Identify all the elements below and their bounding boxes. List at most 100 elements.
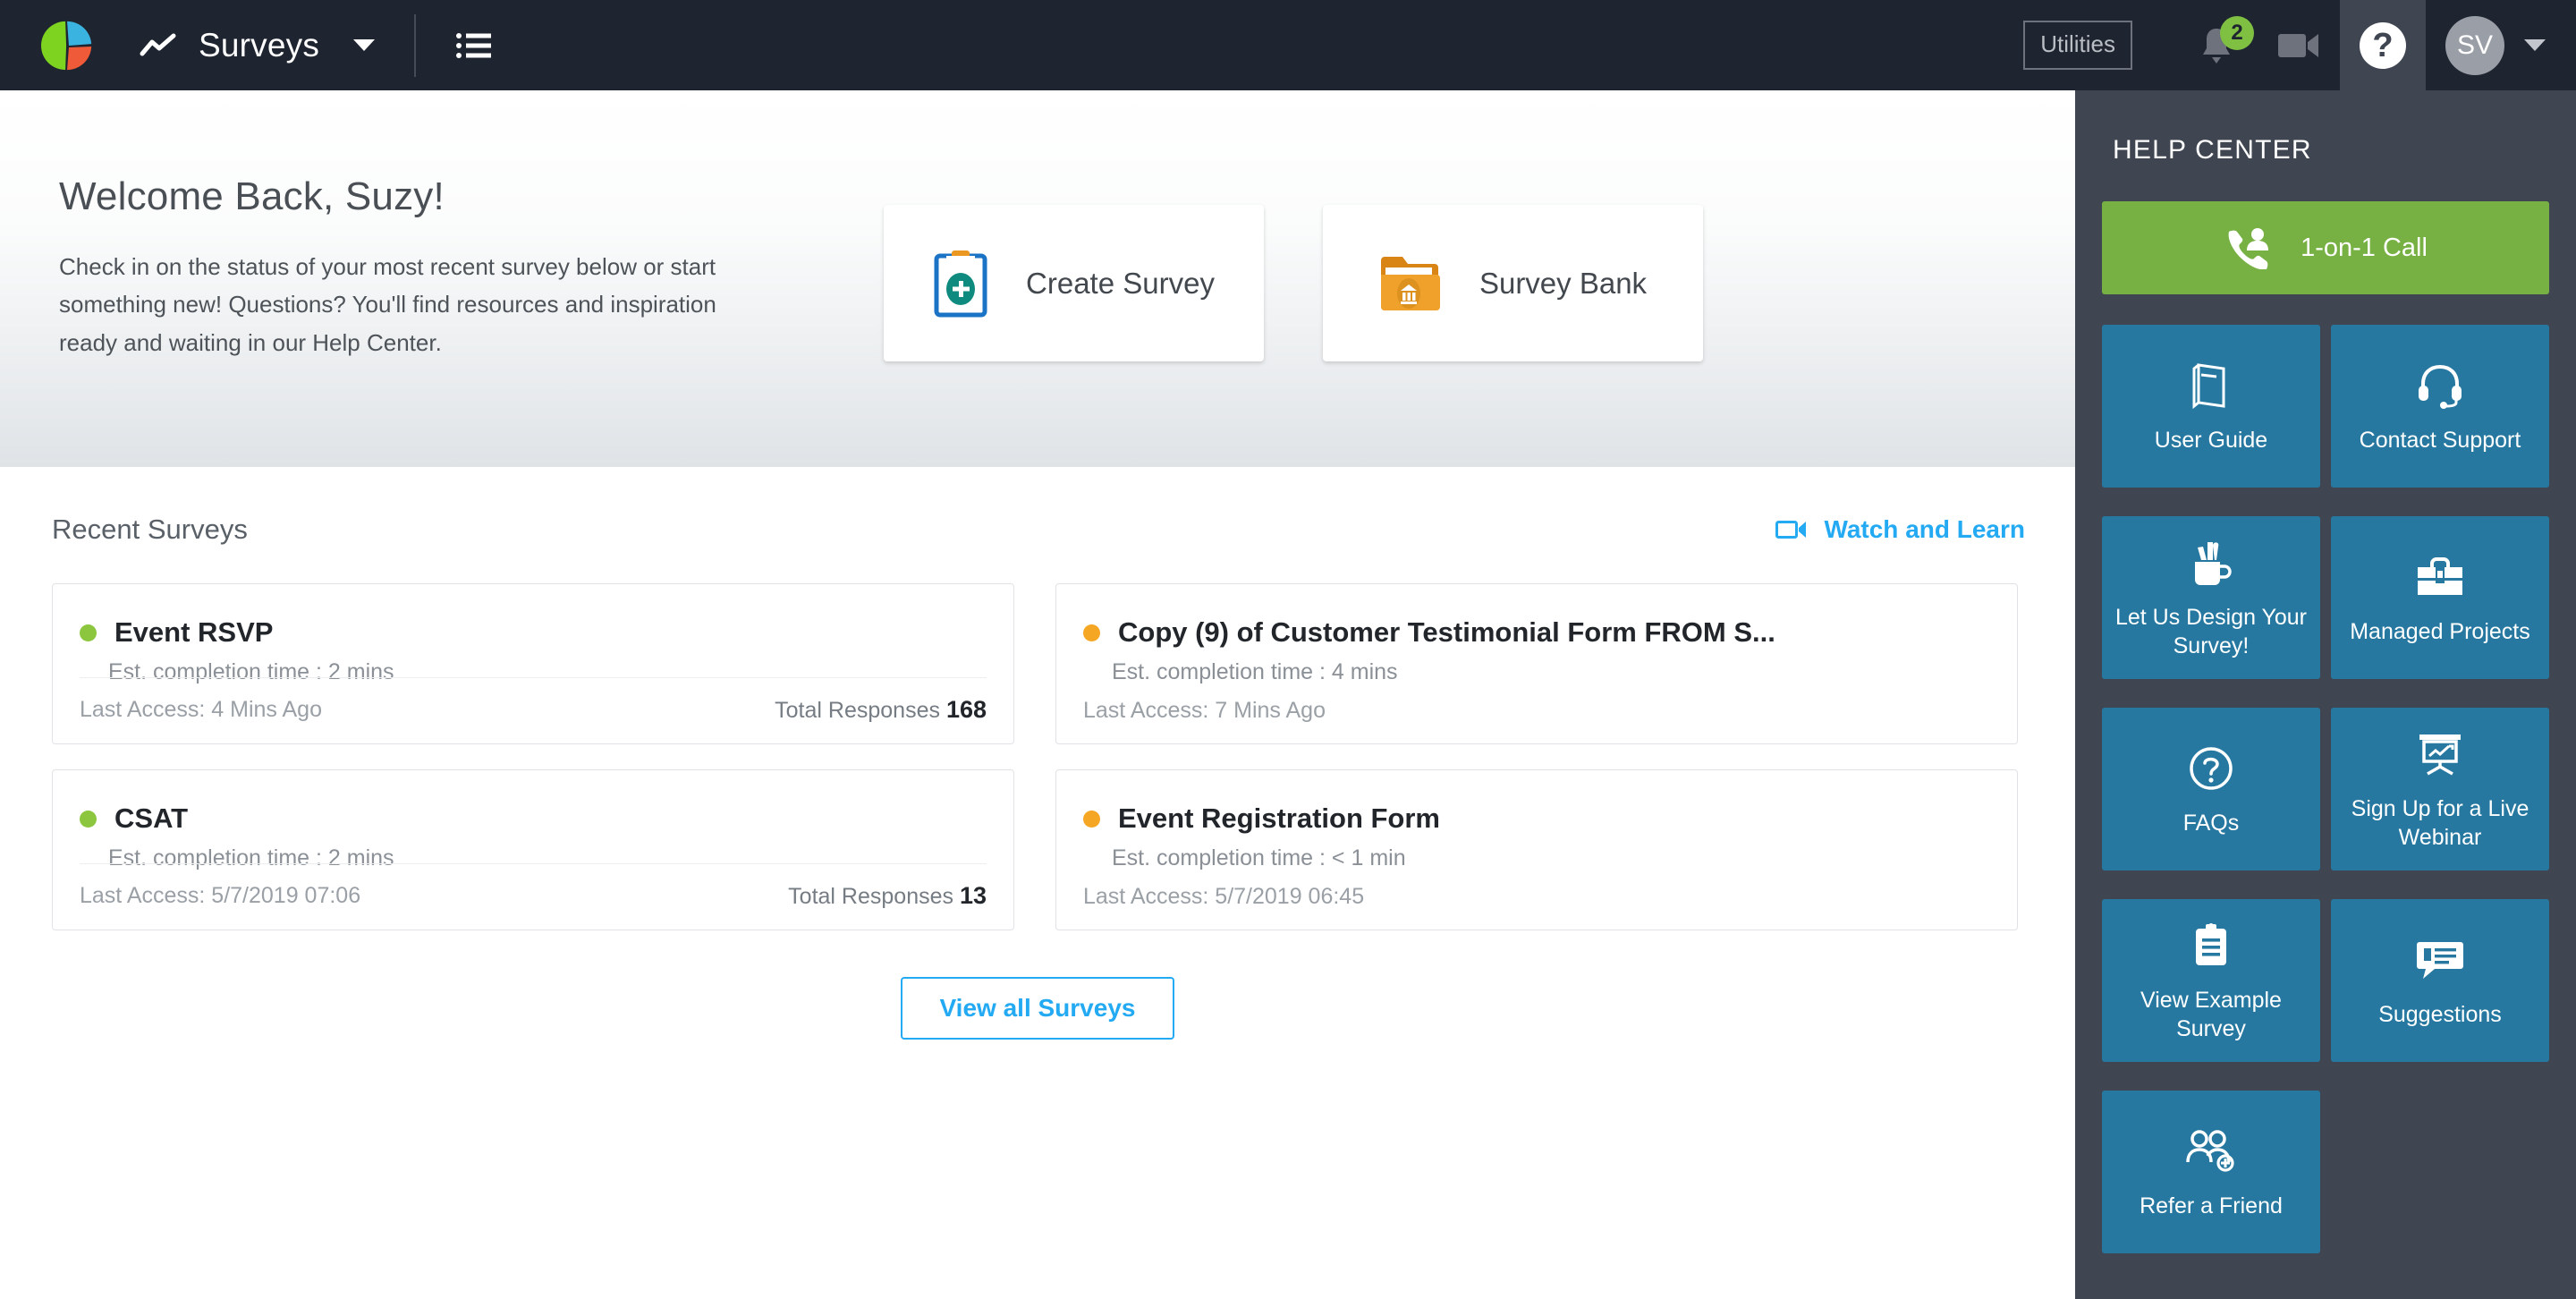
one-on-one-call-label: 1-on-1 Call (2301, 233, 2428, 262)
welcome-text-block: Welcome Back, Suzy! Check in on the stat… (0, 90, 805, 361)
list-menu-button[interactable] (455, 30, 493, 61)
view-all-surveys-button[interactable]: View all Surveys (900, 977, 1175, 1040)
survey-name: Event RSVP (114, 616, 274, 648)
status-badge (1083, 810, 1100, 828)
view-all-container: View all Surveys (0, 930, 2075, 1040)
question-mark-icon: ? (2360, 21, 2406, 69)
responses-label: Total Responses (788, 884, 953, 909)
survey-name: Event Registration Form (1118, 802, 1440, 834)
table-row[interactable]: Copy (9) of Customer Testimonial Form FR… (1055, 583, 2018, 744)
pie-chart-logo (40, 21, 92, 70)
help-tiles-grid: User Guide Contact Support Let Us Design… (2102, 325, 2549, 1253)
folder-bank-icon (1380, 256, 1440, 310)
toolbar-divider (414, 13, 417, 77)
table-row[interactable]: CSAT Est. completion time : 2 mins Last … (52, 769, 1014, 930)
avatar: SV (2445, 15, 2504, 75)
module-title: Surveys (199, 26, 320, 64)
create-survey-card[interactable]: Create Survey (884, 205, 1264, 361)
trend-line-icon (140, 33, 176, 55)
phone-person-icon (2228, 228, 2269, 269)
status-badge (80, 624, 97, 641)
survey-est-time: Est. completion time : 4 mins (1112, 659, 1398, 684)
survey-last-access: Last Access: 4 Mins Ago (80, 697, 322, 722)
survey-card-footer: Last Access: 5/7/2019 07:06 Total Respon… (80, 863, 987, 910)
survey-bank-label: Survey Bank (1479, 266, 1648, 300)
people-add-icon (2184, 1124, 2238, 1179)
help-tile-contact-support[interactable]: Contact Support (2331, 325, 2549, 488)
table-row[interactable]: Event RSVP Est. completion time : 2 mins… (52, 583, 1014, 744)
briefcase-icon (2415, 549, 2465, 605)
book-icon (2190, 358, 2233, 413)
watch-and-learn-label: Watch and Learn (1824, 515, 2025, 543)
survey-last-access: Last Access: 7 Mins Ago (1083, 698, 1326, 723)
survey-responses: Total Responses 13 (788, 882, 987, 910)
survey-card-header: CSAT (53, 770, 1013, 835)
presentation-chart-icon (2416, 726, 2464, 782)
help-center-panel: HELP CENTER 1-on-1 Call User Guide Conta… (2075, 90, 2576, 1299)
chevron-down-icon[interactable] (353, 39, 376, 51)
help-tile-label: FAQs (2182, 811, 2240, 836)
help-tile-view-example-survey[interactable]: View Example Survey (2102, 899, 2320, 1062)
status-badge (80, 810, 97, 828)
help-tile-label: Refer a Friend (2140, 1193, 2283, 1218)
notifications-button[interactable]: 2 (2175, 0, 2258, 90)
utilities-button[interactable]: Utilities (2023, 21, 2132, 70)
survey-name: CSAT (114, 802, 189, 834)
survey-card-footer: Last Access: 4 Mins Ago Total Responses … (80, 677, 987, 724)
watch-and-learn-link[interactable]: Watch and Learn (1775, 515, 2025, 544)
help-tile-managed-projects[interactable]: Managed Projects (2331, 516, 2549, 679)
video-button[interactable] (2258, 0, 2340, 90)
survey-responses: Total Responses 168 (775, 696, 987, 724)
video-camera-icon (2278, 33, 2318, 57)
help-tile-label: Suggestions (2378, 1002, 2502, 1027)
help-tile-label: View Example Survey (2140, 988, 2282, 1041)
help-tile-let-us-design[interactable]: Let Us Design Your Survey! (2102, 516, 2320, 679)
table-row[interactable]: Event Registration Form Est. completion … (1055, 769, 2018, 930)
survey-card-footer: Last Access: 7 Mins Ago (1083, 698, 1990, 724)
help-tile-refer-a-friend[interactable]: Refer a Friend (2102, 1091, 2320, 1253)
survey-card-grid: Event RSVP Est. completion time : 2 mins… (0, 546, 2075, 930)
survey-est-time: Est. completion time : < 1 min (1112, 845, 1406, 870)
section-title: Recent Surveys (52, 514, 248, 545)
mug-pencils-icon (2186, 535, 2236, 590)
help-tile-label: Let Us Design Your Survey! (2114, 605, 2308, 658)
survey-card-header: Event RSVP (53, 584, 1013, 649)
responses-count: 13 (959, 882, 987, 909)
recent-surveys-header: Recent Surveys Watch and Learn (0, 467, 2075, 546)
top-navigation-bar: Surveys Utilities 2 ? SV (0, 0, 2576, 90)
create-survey-label: Create Survey (1026, 266, 1215, 300)
user-menu[interactable]: SV (2426, 15, 2576, 75)
help-tile-label: User Guide (2154, 428, 2268, 453)
headset-icon (2416, 358, 2464, 413)
module-switcher[interactable]: Surveys (140, 26, 376, 64)
help-tile-faqs[interactable]: FAQs (2102, 708, 2320, 870)
status-badge (1083, 624, 1100, 641)
survey-last-access: Last Access: 5/7/2019 07:06 (80, 883, 361, 908)
survey-card-header: Event Registration Form (1056, 770, 2017, 835)
help-tile-label: Managed Projects (2350, 619, 2530, 644)
list-menu-icon (456, 32, 492, 58)
help-tile-user-guide[interactable]: User Guide (2102, 325, 2320, 488)
notification-badge: 2 (2220, 16, 2254, 50)
welcome-subtitle: Check in on the status of your most rece… (59, 253, 716, 356)
help-tile-suggestions[interactable]: Suggestions (2331, 899, 2549, 1062)
app-logo[interactable] (0, 18, 136, 73)
help-center-title: HELP CENTER (2113, 135, 2312, 165)
survey-bank-card[interactable]: Survey Bank (1323, 205, 1703, 361)
responses-count: 168 (945, 696, 987, 723)
one-on-one-call-button[interactable]: 1-on-1 Call (2102, 201, 2549, 294)
welcome-hero: Welcome Back, Suzy! Check in on the stat… (0, 90, 2075, 467)
help-center-button[interactable]: ? (2340, 0, 2426, 90)
quick-action-cards: Create Survey Survey Bank (884, 205, 1703, 361)
responses-label: Total Responses (775, 698, 940, 723)
page-title: Welcome Back, Suzy! (59, 174, 445, 218)
clipboard-list-icon (2190, 918, 2232, 973)
help-tile-live-webinar[interactable]: Sign Up for a Live Webinar (2331, 708, 2549, 870)
survey-last-access: Last Access: 5/7/2019 06:45 (1083, 884, 1365, 909)
help-tile-label: Sign Up for a Live Webinar (2351, 796, 2529, 850)
question-circle-icon (2188, 741, 2234, 796)
survey-card-header: Copy (9) of Customer Testimonial Form FR… (1056, 584, 2017, 649)
recent-surveys-section: Recent Surveys Watch and Learn Event RSV… (0, 467, 2075, 1299)
chevron-down-icon[interactable] (2524, 39, 2546, 51)
survey-name: Copy (9) of Customer Testimonial Form FR… (1118, 616, 1775, 648)
